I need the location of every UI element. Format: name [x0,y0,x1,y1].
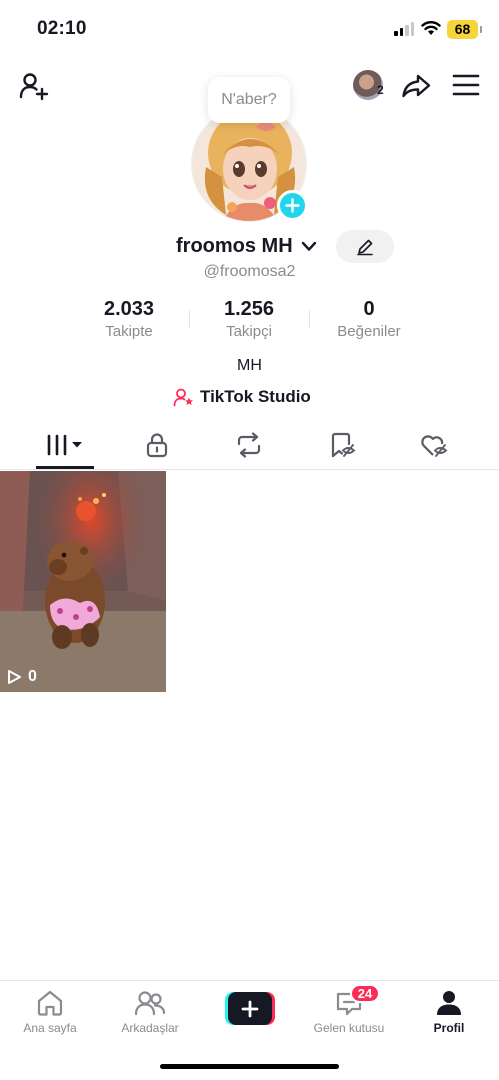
creator-studio-icon [173,388,193,406]
tiktok-studio-label: TikTok Studio [200,387,311,406]
following-stat[interactable]: 2.033 Takipte [69,298,189,340]
friends-icon [134,991,166,1016]
cellular-signal-icon [394,22,414,36]
nav-home[interactable]: Ana sayfa [5,987,95,1035]
battery-indicator: 68 [447,20,482,39]
play-icon [8,670,21,684]
name-row: froomos MH [0,233,499,263]
likes-label: Beğeniler [337,323,401,340]
hamburger-icon[interactable] [451,70,481,100]
following-count: 2.033 [103,298,155,320]
likes-stat[interactable]: 0 Beğeniler [309,298,429,340]
following-label: Takipte [105,323,153,340]
view-count-value: 0 [28,668,37,685]
nav-friends-label: Arkadaşlar [121,1021,179,1035]
liked-hidden-icon [421,435,448,457]
repost-icon [237,432,261,458]
nav-profile[interactable]: Profil [404,987,494,1035]
nav-inbox[interactable]: Gelen kutusu [304,987,394,1035]
followers-stat[interactable]: 1.256 Takipçi [189,298,309,340]
home-indicator [160,1064,339,1069]
followers-label: Takipçi [226,323,272,340]
nav-friends[interactable]: Arkadaşlar [105,987,195,1035]
lock-icon [146,433,168,458]
nav-home-label: Ana sayfa [23,1021,77,1035]
chevron-down-icon[interactable] [301,241,317,252]
active-tab-indicator [36,466,94,469]
tab-liked[interactable] [404,420,464,470]
tiktok-studio-link[interactable]: TikTok Studio [173,387,311,407]
video-thumbnail[interactable]: 0 [0,471,166,692]
wifi-icon [421,21,441,35]
favorites-hidden-icon [331,432,356,458]
add-avatar-button[interactable] [277,190,308,221]
video-thumbnail-image [0,471,166,692]
plus-icon [285,198,300,213]
status-bar: 02:10 68 [0,0,499,56]
nav-inbox-label: Gelen kutusu [313,1021,385,1035]
tab-videos[interactable] [35,420,95,470]
status-time: 02:10 [37,18,87,39]
user-handle: @froomosa2 [203,263,296,280]
tab-private[interactable] [127,420,187,470]
story-count: 2 [377,83,384,97]
share-arrow-icon[interactable] [400,70,432,102]
status-prompt-tooltip[interactable]: N'aber? [208,77,290,123]
videos-grid-icon [47,434,82,456]
inbox-badge: 24 [350,984,380,1003]
create-button[interactable] [225,992,275,1025]
edit-profile-button[interactable] [336,230,394,263]
view-count: 0 [7,668,37,686]
plus-icon [241,1000,259,1017]
home-icon [37,990,63,1016]
followers-count: 1.256 [223,298,275,320]
nav-profile-label: Profil [433,1021,465,1035]
person-plus-icon[interactable] [18,70,50,102]
likes-count: 0 [363,298,375,320]
pencil-icon [357,239,373,255]
content-tabs [0,420,499,470]
profile-stats: 2.033 Takipte 1.256 Takipçi 0 Beğeniler [0,298,499,342]
tab-reposts[interactable] [219,420,279,470]
tab-favorites[interactable] [312,420,372,470]
display-name[interactable]: froomos MH [176,235,293,258]
profile-bio: MH [237,357,262,374]
profile-icon [437,991,461,1015]
